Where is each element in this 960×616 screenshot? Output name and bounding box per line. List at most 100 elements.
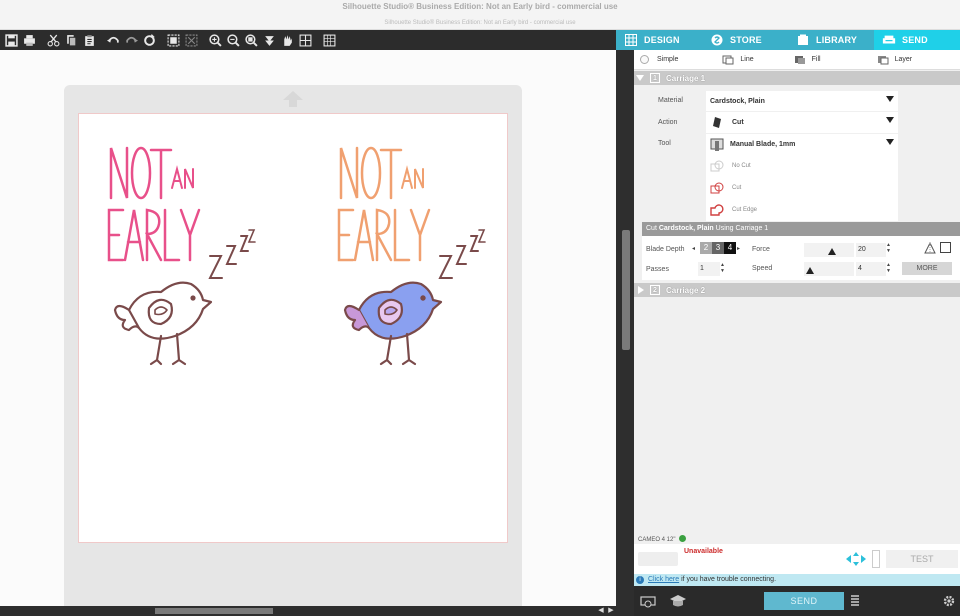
no-cut-icon <box>710 160 724 172</box>
move-arrows-icon[interactable] <box>846 552 866 566</box>
material-select[interactable]: Cardstock, Plain <box>706 91 898 111</box>
line-mode-icon <box>722 55 734 64</box>
mode-layer[interactable]: Layer <box>877 55 912 65</box>
force-label: Force <box>752 246 770 253</box>
cut-options-list: No Cut Cut Cut Edge <box>706 155 898 221</box>
design-left-zzz <box>208 229 256 279</box>
send-panel: Simple Line Fill Layer 1 Carriage 1 Mate… <box>634 50 960 616</box>
more-button[interactable]: MORE <box>902 262 952 275</box>
window-subtitle: Silhouette Studio® Business Edition: Not… <box>384 20 576 26</box>
layer-mode-icon <box>877 55 889 64</box>
carriage-1-header[interactable]: 1 Carriage 1 <box>634 71 960 85</box>
bird-right <box>343 281 443 366</box>
graduation-cap-icon[interactable] <box>670 594 686 608</box>
scroll-thumb[interactable] <box>155 608 273 614</box>
speed-value[interactable]: 4 <box>856 262 886 276</box>
move-down-icon[interactable] <box>260 32 278 48</box>
zoom-fit-icon[interactable] <box>242 32 260 48</box>
fill-mode-icon <box>794 55 805 64</box>
send-icon <box>882 34 896 46</box>
passes-value[interactable]: 1 <box>698 262 720 276</box>
force-slider[interactable] <box>804 243 854 257</box>
design-right-zzz <box>438 229 486 279</box>
scroll-left-icon[interactable]: ◀ <box>596 606 606 616</box>
manual-blade-icon <box>710 138 724 151</box>
option-no-cut[interactable]: No Cut <box>706 155 898 177</box>
main-toolbar <box>0 30 616 50</box>
print-icon[interactable] <box>20 32 38 48</box>
machine-status-bar: Unavailable TEST <box>634 544 960 574</box>
ungroup-icon[interactable] <box>182 32 200 48</box>
passes-label: Passes <box>646 266 669 273</box>
zoom-out-icon[interactable] <box>224 32 242 48</box>
chevron-down-icon <box>886 117 894 123</box>
tab-store[interactable]: STORE <box>702 30 788 50</box>
blade-depth-increase[interactable]: ▸ <box>737 245 740 252</box>
option-cut[interactable]: Cut <box>706 177 898 199</box>
vertical-scrollbar[interactable] <box>616 50 634 616</box>
option-cut-edge[interactable]: Cut Edge <box>706 199 898 221</box>
main-tabs: DESIGN STORE LIBRARY SEND <box>616 30 960 50</box>
speed-slider[interactable] <box>804 262 854 276</box>
design-canvas[interactable] <box>0 50 616 616</box>
tab-library[interactable]: LIBRARY <box>788 30 874 50</box>
scroll-right-icon[interactable]: ▶ <box>606 606 616 616</box>
help-link[interactable]: Click here <box>648 576 679 583</box>
chevron-down-icon <box>886 139 894 145</box>
pattern-icon[interactable] <box>320 32 338 48</box>
cut-icon[interactable] <box>44 32 62 48</box>
design-right <box>337 146 431 262</box>
force-value[interactable]: 20 <box>856 243 886 257</box>
gear-icon[interactable] <box>942 594 956 608</box>
send-modes: Simple Line Fill Layer <box>634 50 960 70</box>
blade-icon <box>713 117 721 128</box>
zoom-in-icon[interactable] <box>206 32 224 48</box>
triangle-ratchet-icon[interactable] <box>924 242 936 254</box>
material-label: Material <box>658 97 683 104</box>
ratchet-checkbox[interactable] <box>940 242 951 253</box>
info-bar: i Click here if you have trouble connect… <box>634 574 960 586</box>
test-button[interactable]: TEST <box>886 550 958 568</box>
tab-send[interactable]: SEND <box>874 30 960 50</box>
queue-icon[interactable] <box>850 594 860 608</box>
cutter-icon <box>638 552 678 566</box>
vscroll-thumb[interactable] <box>622 230 630 350</box>
blade-depth-decrease[interactable]: ◂ <box>692 245 695 252</box>
blade-depth-label: Blade Depth <box>646 246 685 253</box>
redo-icon[interactable] <box>122 32 140 48</box>
artwork[interactable] <box>79 114 509 544</box>
cut-shape-icon <box>710 182 724 194</box>
machine-scroll[interactable] <box>872 550 880 568</box>
copy-icon[interactable] <box>62 32 80 48</box>
send-button[interactable]: SEND <box>764 592 844 610</box>
save-icon[interactable] <box>2 32 20 48</box>
horizontal-scrollbar[interactable]: ◀ ▶ <box>0 606 616 616</box>
collapse-icon <box>636 75 644 81</box>
group-icon[interactable] <box>164 32 182 48</box>
feed-arrow-icon <box>283 91 303 107</box>
mode-simple[interactable]: Simple <box>640 55 678 64</box>
cutter-settings-icon[interactable] <box>640 594 656 608</box>
blade-depth-selector[interactable]: 2 3 4 <box>700 242 736 254</box>
page-area <box>78 113 508 543</box>
speed-label: Speed <box>752 265 773 272</box>
tool-select[interactable]: Manual Blade, 1mm <box>706 134 898 155</box>
tab-design[interactable]: DESIGN <box>616 30 702 50</box>
paste-icon[interactable] <box>80 32 98 48</box>
pan-hand-icon[interactable] <box>278 32 296 48</box>
carriage-2-header[interactable]: 2 Carriage 2 <box>634 283 960 297</box>
action-select[interactable]: Cut <box>706 112 898 133</box>
action-label: Action <box>658 119 678 126</box>
mode-line[interactable]: Line <box>722 55 754 65</box>
cutting-mat <box>64 85 522 616</box>
force-stepper[interactable]: ▲ ▼ <box>886 242 891 254</box>
chevron-down-icon <box>886 96 894 102</box>
refresh-icon[interactable] <box>140 32 158 48</box>
undo-icon[interactable] <box>104 32 122 48</box>
passes-stepper[interactable]: ▲ ▼ <box>720 262 725 274</box>
speed-stepper[interactable]: ▲ ▼ <box>886 262 891 274</box>
crosshair-icon[interactable] <box>296 32 314 48</box>
cut-settings-body: Blade Depth ◂ 2 3 4 ▸ Force 20 ▲ ▼ Passes… <box>642 236 960 280</box>
slider-thumb-icon <box>828 248 836 255</box>
mode-fill[interactable]: Fill <box>794 55 821 65</box>
